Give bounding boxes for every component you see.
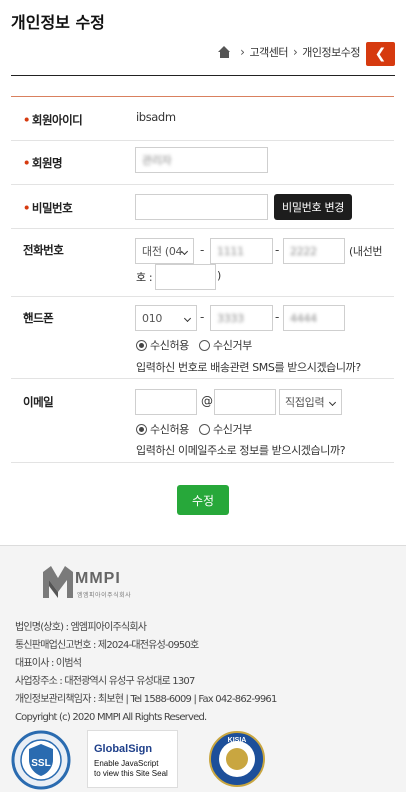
email-opt-in-radio[interactable]: 수신허용	[136, 421, 189, 437]
privacy-contact: 개인정보관리책임자 : 최보현 | Tel 1588-6009 | Fax 04…	[15, 694, 277, 705]
svg-text:SSL: SSL	[31, 758, 50, 769]
company-name: 법인명(상호) : 엠엠피아이주식회사	[15, 622, 147, 633]
kisia-seal-icon: KISIA	[209, 731, 265, 787]
name-label: 회원명	[31, 156, 63, 170]
email-question: 입력하신 이메일주소로 정보를 받으시겠습니까?	[136, 444, 346, 457]
phone-last-input[interactable]: 2222	[283, 238, 345, 264]
svg-text:KISIA: KISIA	[228, 737, 247, 744]
profile-edit-form: • 회원아이디 ibsadm • 회원명 관리자 • 비밀번호 비밀번호 변경 전화번…	[11, 96, 394, 463]
extension-label: 호 :	[136, 271, 153, 284]
business-registration: 통신판매업신고번호 : 제2024-대전유성-0950호	[15, 640, 199, 651]
extension-input[interactable]	[155, 264, 216, 290]
required-mark: •	[23, 113, 30, 127]
page-title: 개인정보 수정	[11, 13, 105, 32]
row-phone: 전화번호 대전 (04 - 1111 - 2222 (내선번 호 : )	[11, 229, 394, 297]
radio-checked-icon	[136, 339, 147, 351]
chevron-right-icon: ›	[240, 45, 245, 59]
mobile-prefix-select[interactable]: 010	[135, 305, 197, 331]
email-local-input[interactable]	[135, 389, 197, 415]
ssl-badge[interactable]: SSL	[11, 730, 71, 790]
ssl-seal-icon: SSL	[11, 730, 71, 790]
sms-opt-out-radio[interactable]: 수신거부	[199, 337, 252, 353]
mobile-label: 핸드폰	[23, 311, 54, 325]
email-opt-out-radio[interactable]: 수신거부	[199, 421, 252, 437]
title-divider	[11, 75, 395, 76]
row-name: • 회원명 관리자	[11, 141, 394, 185]
chevron-right-icon: ›	[292, 45, 298, 59]
business-address: 사업장주소 : 대전광역시 유성구 유성대로 1307	[15, 676, 195, 687]
mmpi-logo-icon	[43, 566, 73, 598]
extension-prefix: (내선번	[349, 245, 383, 258]
ceo-name: 대표이사 : 이범석	[15, 658, 82, 669]
user-id-value: ibsadm	[136, 110, 176, 124]
radio-unchecked-icon	[199, 423, 210, 435]
user-id-label: 회원아이디	[31, 113, 83, 127]
phone-label: 전화번호	[23, 243, 64, 257]
submit-button[interactable]: 수정	[177, 485, 229, 515]
phone-middle-input[interactable]: 1111	[210, 238, 273, 264]
email-domain-input[interactable]	[214, 389, 276, 415]
copyright: Copyright (c) 2020 MMPI All Rights Reser…	[15, 712, 207, 723]
breadcrumb: › 고객센터 › 개인정보수정	[218, 44, 360, 60]
breadcrumb-item-support[interactable]: 고객센터	[249, 44, 288, 60]
row-mobile: 핸드폰 010 - 3333 - 4444 수신허용 수신거부 입력하신 번호로…	[11, 297, 394, 379]
company-logo: MMPI 엠엠피아이주식회사	[41, 564, 151, 602]
password-label: 비밀번호	[31, 201, 73, 215]
radio-unchecked-icon	[199, 339, 210, 351]
back-button[interactable]: ❮	[366, 42, 395, 66]
email-label: 이메일	[23, 395, 54, 409]
change-password-button[interactable]: 비밀번호 변경	[274, 194, 353, 220]
breadcrumb-item-current: 개인정보수정	[302, 46, 360, 59]
sms-question: 입력하신 번호로 배송관련 SMS를 받으시겠습니까?	[136, 361, 361, 374]
footer: MMPI 엠엠피아이주식회사 법인명(상호) : 엠엠피아이주식회사 통신판매업…	[0, 545, 406, 792]
name-input[interactable]: 관리자	[135, 147, 268, 173]
area-code-select[interactable]: 대전 (04	[135, 238, 194, 264]
email-domain-select[interactable]: 직접입력	[279, 389, 342, 415]
mobile-middle-input[interactable]: 3333	[210, 305, 273, 331]
radio-checked-icon	[136, 423, 147, 435]
required-mark: •	[23, 201, 30, 215]
row-email: 이메일 @ 직접입력 수신허용 수신거부 입력하신 이메일주소로 정보를 받으시…	[11, 379, 394, 463]
sms-opt-in-radio[interactable]: 수신허용	[136, 337, 189, 353]
row-password: • 비밀번호 비밀번호 변경	[11, 185, 394, 229]
home-icon[interactable]	[218, 46, 231, 58]
globalsign-seal[interactable]: GlobalSign Enable JavaScript to view thi…	[87, 730, 178, 788]
kisia-badge[interactable]: KISIA	[208, 730, 266, 788]
row-user-id: • 회원아이디 ibsadm	[11, 97, 394, 141]
required-mark: •	[23, 156, 30, 170]
company-info: 법인명(상호) : 엠엠피아이주식회사 통신판매업신고번호 : 제2024-대전…	[15, 619, 277, 727]
mobile-last-input[interactable]: 4444	[283, 305, 345, 331]
chevron-left-icon: ❮	[374, 46, 387, 62]
password-input[interactable]	[135, 194, 268, 220]
